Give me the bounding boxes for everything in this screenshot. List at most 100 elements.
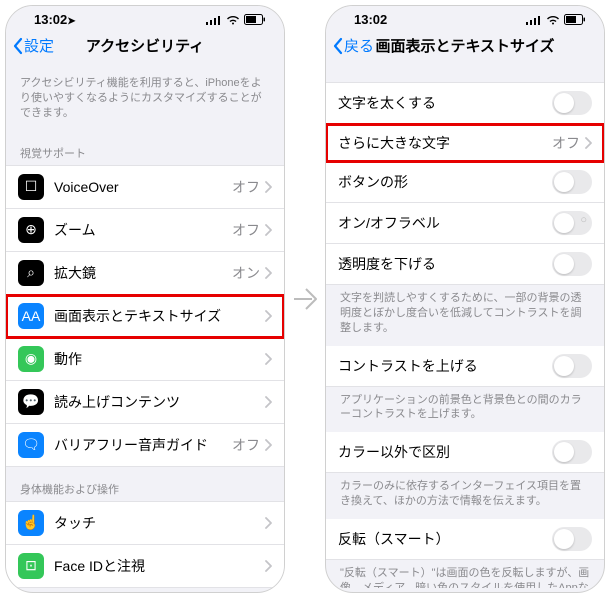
arrow-between bbox=[291, 281, 319, 317]
row-label: タッチ bbox=[54, 513, 264, 533]
section-header-vision: 視覚サポート bbox=[6, 131, 284, 165]
right-content: 文字を太くするさらに大きな文字オフボタンの形オン/オフラベル透明度を下げる文字を… bbox=[326, 64, 604, 588]
settings-row[interactable]: ☐ VoiceOverオフ bbox=[6, 165, 284, 209]
settings-row[interactable]: ⊕ ズームオフ bbox=[6, 209, 284, 252]
left-content: アクセシビリティ機能を利用すると、iPhoneをより使いやすくなるようにカスタマ… bbox=[6, 64, 284, 588]
settings-row[interactable]: 反転（スマート） bbox=[326, 519, 604, 560]
chevron-right-icon bbox=[264, 439, 272, 451]
row-label: バリアフリー音声ガイド bbox=[54, 435, 232, 455]
settings-row[interactable]: AA 画面表示とテキストサイズ bbox=[6, 295, 284, 338]
row-label: 拡大鏡 bbox=[54, 263, 232, 283]
settings-row[interactable]: 文字を太くする bbox=[326, 82, 604, 124]
row-value: オフ bbox=[552, 133, 580, 153]
toggle-switch[interactable] bbox=[552, 91, 592, 115]
chevron-left-icon bbox=[332, 37, 344, 55]
row-label: ズーム bbox=[54, 220, 232, 240]
row-label: ボタンの形 bbox=[338, 172, 552, 192]
row-label: カラー以外で区別 bbox=[338, 442, 552, 462]
status-bar: 13:02 bbox=[326, 6, 604, 29]
phone-left: 13:02➤ 設定 アクセシビリティ アクセシビリティ機能を利用すると、iPho… bbox=[5, 5, 285, 593]
toggle-switch[interactable] bbox=[552, 211, 592, 235]
settings-row[interactable]: ⌕ 拡大鏡オン bbox=[6, 252, 284, 295]
row-label: さらに大きな文字 bbox=[338, 133, 552, 153]
row-value: オフ bbox=[232, 435, 260, 455]
signal-icon bbox=[206, 15, 222, 25]
chevron-right-icon bbox=[584, 137, 592, 149]
spoken-icon: 💬 bbox=[18, 389, 44, 415]
row-value: オン bbox=[232, 263, 260, 283]
row-label: Face IDと注視 bbox=[54, 556, 264, 576]
chevron-right-icon bbox=[264, 353, 272, 365]
nav-bar: 戻る 画面表示とテキストサイズ bbox=[326, 29, 604, 64]
chevron-right-icon bbox=[264, 181, 272, 193]
faceid-icon: ⊡ bbox=[18, 553, 44, 579]
signal-icon bbox=[526, 15, 542, 25]
back-button[interactable]: 戻る bbox=[332, 35, 374, 56]
row-label: 読み上げコンテンツ bbox=[54, 392, 264, 412]
motion-icon: ◉ bbox=[18, 346, 44, 372]
settings-row[interactable]: ⊡ Face IDと注視 bbox=[6, 545, 284, 588]
audiodesc-icon: 🗨 bbox=[18, 432, 44, 458]
settings-row[interactable]: 透明度を下げる bbox=[326, 244, 604, 285]
battery-icon bbox=[564, 14, 586, 25]
settings-row[interactable]: 💬 読み上げコンテンツ bbox=[6, 381, 284, 424]
chevron-right-icon bbox=[264, 267, 272, 279]
row-label: コントラストを上げる bbox=[338, 356, 552, 376]
toggle-switch[interactable] bbox=[552, 170, 592, 194]
mag-icon: ⌕ bbox=[18, 260, 44, 286]
toggle-switch[interactable] bbox=[552, 354, 592, 378]
nav-bar: 設定 アクセシビリティ bbox=[6, 29, 284, 64]
section-footer: アプリケーションの前景色と背景色との間のカラーコントラストを上げます。 bbox=[326, 387, 604, 433]
settings-row[interactable]: ボタンの形 bbox=[326, 162, 604, 203]
row-label: 反転（スマート） bbox=[338, 529, 552, 549]
settings-row[interactable]: カラー以外で区別 bbox=[326, 432, 604, 473]
back-label: 設定 bbox=[24, 35, 54, 56]
status-time: 13:02➤ bbox=[34, 12, 76, 27]
toggle-switch[interactable] bbox=[552, 527, 592, 551]
wifi-icon bbox=[546, 15, 560, 25]
chevron-right-icon bbox=[264, 517, 272, 529]
section-footer: カラーのみに依存するインターフェイス項目を置き換えて、ほかの方法で情報を伝えます… bbox=[326, 473, 604, 519]
row-label: 透明度を下げる bbox=[338, 254, 552, 274]
zoom-icon: ⊕ bbox=[18, 217, 44, 243]
back-label: 戻る bbox=[344, 35, 374, 56]
status-time: 13:02 bbox=[354, 12, 387, 27]
row-value: オフ bbox=[232, 220, 260, 240]
section-footer: 文字を判読しやすくするために、一部の背景の透明度とぼかし度合いを低減してコントラ… bbox=[326, 285, 604, 346]
settings-row[interactable]: コントラストを上げる bbox=[326, 346, 604, 387]
section-footer: "反転（スマート）"は画面の色を反転しますが、画像、メディア、暗い色のスタイルを… bbox=[326, 560, 604, 588]
chevron-right-icon bbox=[264, 396, 272, 408]
row-label: 文字を太くする bbox=[338, 93, 552, 113]
settings-row[interactable]: オン/オフラベル bbox=[326, 203, 604, 244]
arrow-right-icon bbox=[292, 281, 318, 317]
toggle-switch[interactable] bbox=[552, 440, 592, 464]
row-value: オフ bbox=[232, 177, 260, 197]
status-indicators bbox=[206, 14, 266, 25]
touch-icon: ☝ bbox=[18, 510, 44, 536]
settings-row[interactable]: 🗨 バリアフリー音声ガイドオフ bbox=[6, 424, 284, 467]
battery-icon bbox=[244, 14, 266, 25]
settings-row[interactable]: ☝ タッチ bbox=[6, 501, 284, 545]
row-label: オン/オフラベル bbox=[338, 213, 552, 233]
intro-text: アクセシビリティ機能を利用すると、iPhoneをより使いやすくなるようにカスタマ… bbox=[6, 64, 284, 131]
display-icon: AA bbox=[18, 303, 44, 329]
settings-row[interactable]: さらに大きな文字オフ bbox=[326, 124, 604, 162]
row-label: 画面表示とテキストサイズ bbox=[54, 306, 264, 326]
chevron-left-icon bbox=[12, 37, 24, 55]
phone-right: 13:02 戻る 画面表示とテキストサイズ 文字を太くするさらに大きな文字オフボ… bbox=[325, 5, 605, 593]
section-header-physical: 身体機能および操作 bbox=[6, 467, 284, 501]
row-label: VoiceOver bbox=[54, 179, 232, 195]
vo-icon: ☐ bbox=[18, 174, 44, 200]
chevron-right-icon bbox=[264, 224, 272, 236]
toggle-switch[interactable] bbox=[552, 252, 592, 276]
nav-title: アクセシビリティ bbox=[86, 35, 204, 56]
settings-row[interactable]: ◉ 動作 bbox=[6, 338, 284, 381]
chevron-right-icon bbox=[264, 560, 272, 572]
status-bar: 13:02➤ bbox=[6, 6, 284, 29]
back-button[interactable]: 設定 bbox=[12, 35, 54, 56]
chevron-right-icon bbox=[264, 310, 272, 322]
nav-title: 画面表示とテキストサイズ bbox=[375, 35, 554, 56]
wifi-icon bbox=[226, 15, 240, 25]
row-label: 動作 bbox=[54, 349, 264, 369]
status-indicators bbox=[526, 14, 586, 25]
